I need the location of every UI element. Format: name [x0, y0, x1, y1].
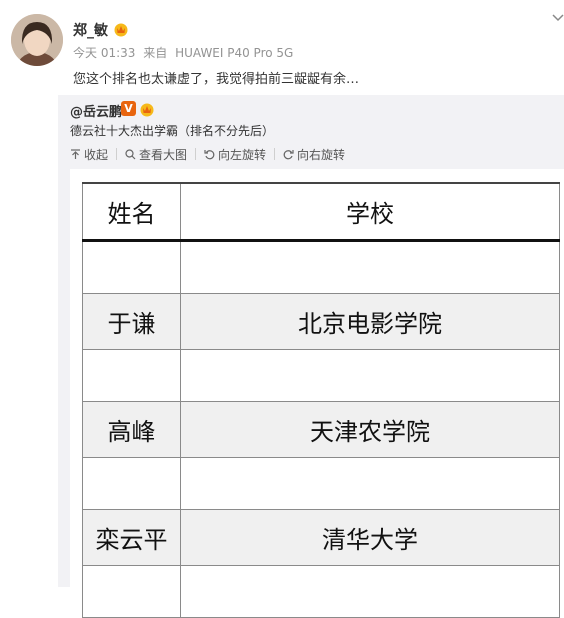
post-header: 郑_敏 今天 01:33 来自 HUAWEI P40 Pro 5G 您这个排名也… [0, 0, 564, 95]
cell-name: 于谦 [82, 293, 181, 350]
collapse-button[interactable]: 收起 [70, 146, 108, 163]
rotate-left-icon [204, 149, 215, 159]
cell-school [180, 457, 560, 510]
cell-school: 北京电影学院 [180, 293, 560, 350]
cell-name: 栾云平 [82, 509, 181, 566]
repost-image[interactable]: 姓名 学校 于谦 北京电影学院 高峰 天津农学院 栾云平 清华大学 [70, 169, 564, 618]
view-large-button[interactable]: 查看大图 [125, 146, 187, 163]
cell-school [180, 240, 560, 294]
cell-school [180, 565, 560, 618]
repost-text: 德云社十大杰出学霸（排名不分先后） [70, 124, 275, 138]
cell-school: 天津农学院 [180, 401, 560, 458]
collapse-icon [71, 148, 80, 159]
divider [116, 148, 118, 160]
view-large-label: 查看大图 [139, 147, 188, 162]
cell-school [180, 349, 560, 402]
collapse-label: 收起 [84, 147, 109, 162]
cell-name [82, 240, 181, 294]
rotate-left-label: 向左旋转 [218, 147, 267, 162]
table-row [82, 565, 560, 618]
table-row [82, 349, 560, 402]
divider [274, 148, 276, 160]
table-row [82, 457, 560, 510]
rotate-right-label: 向右旋转 [297, 147, 346, 162]
vip-crown-icon[interactable] [139, 101, 155, 117]
cell-school: 清华大学 [180, 509, 560, 566]
rotate-right-icon [283, 149, 294, 159]
avatar[interactable] [11, 14, 63, 66]
rotate-left-button[interactable]: 向左旋转 [204, 146, 266, 163]
image-actions-bar: 收起 查看大图 向左旋转 向右旋转 [70, 145, 345, 163]
username[interactable]: 郑_敏 [73, 20, 108, 40]
source-prefix: 来自 [143, 46, 168, 60]
header-school: 学校 [180, 182, 560, 242]
cell-name [82, 457, 181, 510]
rotate-right-button[interactable]: 向右旋转 [283, 146, 345, 163]
divider [195, 148, 197, 160]
post-source[interactable]: HUAWEI P40 Pro 5G [175, 46, 293, 60]
header-name: 姓名 [82, 182, 181, 242]
table-header-row: 姓名 学校 [82, 182, 560, 242]
table-row [82, 240, 560, 294]
vip-crown-icon[interactable] [113, 21, 129, 37]
post-time[interactable]: 今天 01:33 [73, 46, 135, 60]
chevron-down-icon[interactable] [552, 12, 564, 24]
search-icon [125, 148, 136, 159]
post-meta: 今天 01:33 来自 HUAWEI P40 Pro 5G [73, 44, 297, 61]
post-text: 您这个排名也太谦虚了，我觉得拍前三龊龊有余… [73, 72, 360, 87]
table-row: 于谦 北京电影学院 [82, 293, 560, 350]
repost-card: @岳云鹏 V 德云社十大杰出学霸（排名不分先后） 收起 查看大图 向左旋转 向右… [58, 95, 564, 618]
verified-icon: V [121, 101, 136, 116]
repost-author[interactable]: @岳云鹏 [70, 101, 122, 120]
cell-name: 高峰 [82, 401, 181, 458]
ranking-table: 姓名 学校 于谦 北京电影学院 高峰 天津农学院 栾云平 清华大学 [82, 182, 560, 618]
table-row: 栾云平 清华大学 [82, 509, 560, 566]
cell-name [82, 565, 181, 618]
cell-name [82, 349, 181, 402]
table-row: 高峰 天津农学院 [82, 401, 560, 458]
